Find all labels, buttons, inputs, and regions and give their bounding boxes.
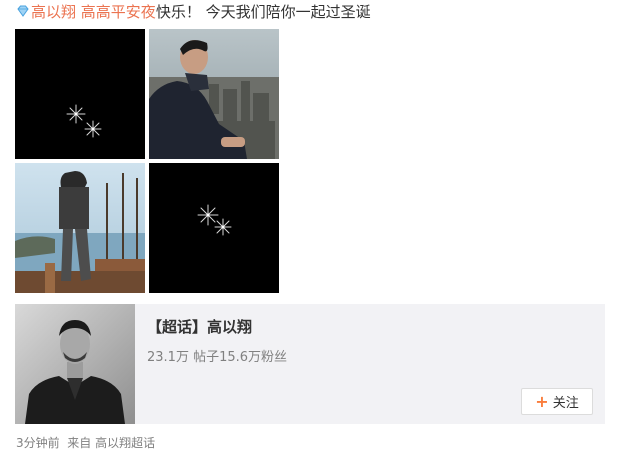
post-text: 高以翔 高高平安夜快乐！ 今天我们陪你一起过圣诞 [16, 2, 371, 22]
supertopic-avatar[interactable] [15, 304, 135, 424]
post-footer: 3分钟前 来自 高以翔超话 [16, 434, 155, 451]
mention-link-gaoyixiang[interactable]: 高以翔 [31, 3, 76, 21]
sparkle-image-1[interactable] [15, 29, 145, 159]
from-label: 来自 [67, 436, 92, 450]
post-time: 3分钟前 [16, 436, 60, 450]
sparkle-image-2[interactable] [149, 163, 279, 293]
image-grid [15, 29, 281, 295]
photo-man-standing-harbor[interactable] [15, 163, 145, 293]
follow-button-label: 关注 [552, 396, 579, 411]
supertopic-card[interactable]: 【超话】高以翔 23.1万 帖子15.6万粉丝 + 关注 [15, 304, 605, 424]
plus-icon: + [535, 391, 549, 411]
supertopic-title[interactable]: 【超话】高以翔 [147, 316, 252, 337]
topic-link[interactable]: 高高平安夜 [81, 3, 156, 21]
post-body-text: 快乐！ 今天我们陪你一起过圣诞 [155, 3, 371, 21]
photo-man-city-view[interactable] [149, 29, 279, 159]
post-source-link[interactable]: 高以翔超话 [95, 436, 155, 450]
diamond-icon [17, 5, 29, 17]
follow-button[interactable]: + 关注 [521, 388, 593, 415]
supertopic-stats: 23.1万 帖子15.6万粉丝 [147, 350, 288, 365]
